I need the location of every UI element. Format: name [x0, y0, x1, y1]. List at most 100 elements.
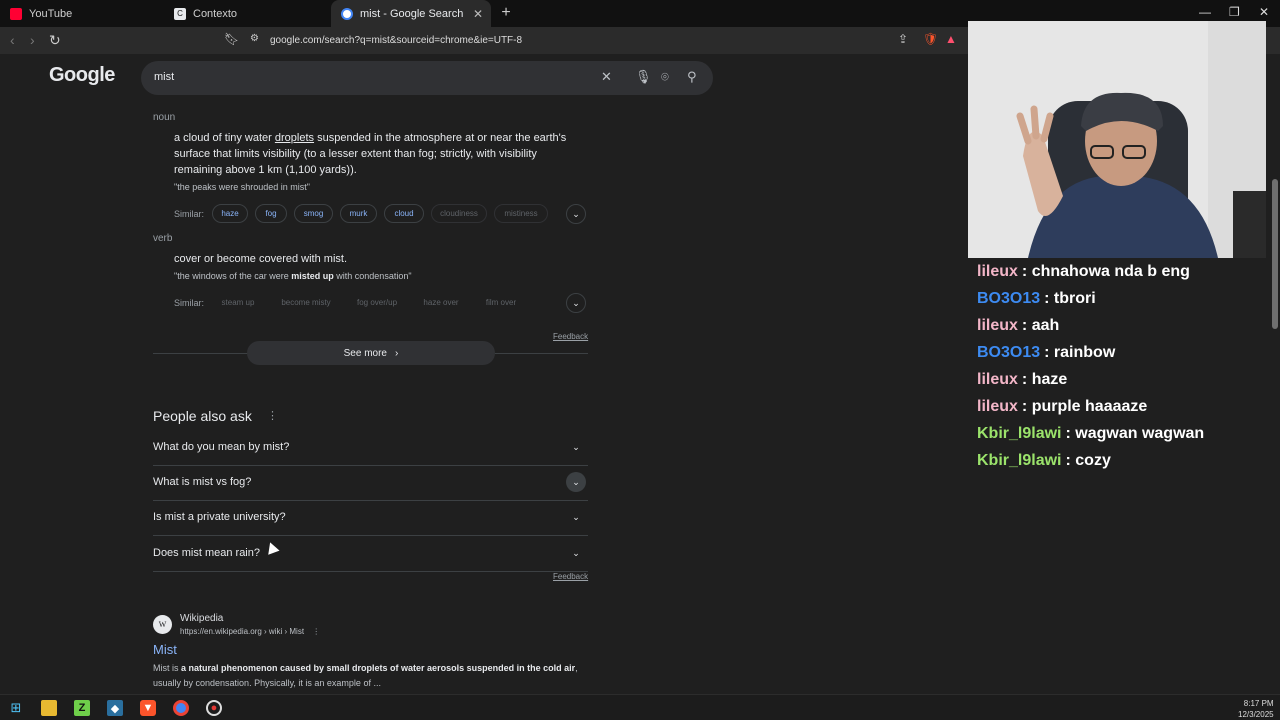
paa-question[interactable]: Does mist mean rain?	[153, 547, 260, 559]
droplets-link[interactable]: droplets	[275, 132, 314, 144]
url-text: google.com/search?q=mist&sourceid=chrome…	[270, 35, 523, 46]
more-options-icon[interactable]: ⋮	[312, 627, 320, 636]
close-window-icon[interactable]: ✕	[1259, 5, 1269, 19]
obs-icon[interactable]: ●	[206, 700, 222, 716]
example-text: "the windows of the car were	[174, 271, 292, 281]
definition-text: a cloud of tiny water	[174, 132, 275, 144]
example-text: with condensation"	[333, 271, 412, 281]
chat-text: rainbow	[1053, 343, 1116, 361]
similar-label: Similar:	[174, 298, 205, 308]
stream-chat: lileux: chnahowa nda b eng BO3O13: tbror…	[977, 258, 1277, 474]
chevron-down-icon[interactable]: ⌄	[566, 472, 586, 492]
share-icon[interactable]: ⇪	[898, 32, 908, 46]
tab-contexto[interactable]: C Contexto	[165, 0, 330, 27]
close-tab-icon[interactable]: ✕	[473, 7, 483, 21]
chat-username: BO3O13	[977, 289, 1041, 307]
paa-question[interactable]: What do you mean by mist?	[153, 441, 289, 453]
similar-chip[interactable]: steam up	[212, 293, 264, 312]
restore-icon[interactable]: ❐	[1229, 5, 1240, 19]
divider	[153, 571, 588, 572]
back-icon[interactable]: ‹	[10, 32, 15, 48]
paa-question[interactable]: What is mist vs fog?	[153, 476, 251, 488]
chat-text: aah	[1031, 316, 1060, 334]
noun-example: "the peaks were shrouded in mist"	[174, 182, 310, 192]
search-icon[interactable]: ⚲	[687, 69, 697, 85]
google-favicon-icon	[341, 7, 353, 20]
verb-example: "the windows of the car were misted up w…	[174, 271, 412, 281]
similar-chip[interactable]: haze over	[413, 293, 469, 312]
chevron-down-icon[interactable]: ⌄	[566, 507, 586, 527]
chat-separator: :	[1021, 397, 1032, 415]
expand-similar-icon[interactable]: ⌄	[566, 293, 586, 313]
more-options-icon[interactable]: ⋮	[267, 409, 278, 422]
search-query[interactable]: mist	[154, 71, 174, 83]
chat-message: lileux: purple haaaaze	[977, 393, 1277, 420]
reload-icon[interactable]: ↻	[49, 32, 61, 49]
result-snippet: Mist is a natural phenomenon caused by s…	[153, 661, 593, 691]
new-tab-button[interactable]: +	[498, 4, 514, 22]
chat-username: lileux	[977, 397, 1018, 415]
streamer-image	[968, 21, 1266, 258]
url-field[interactable]: ⚙︎ google.com/search?q=mist&sourceid=chr…	[245, 30, 965, 51]
expand-similar-icon[interactable]: ⌄	[566, 204, 586, 224]
app-icon[interactable]: ◆	[107, 700, 123, 716]
similar-chip[interactable]: fog over/up	[348, 293, 406, 312]
chat-text: haze	[1031, 370, 1068, 388]
similar-chip[interactable]: film over	[476, 293, 526, 312]
google-logo[interactable]: Google	[49, 64, 115, 87]
part-of-speech-noun: noun	[153, 112, 176, 123]
result-title-link[interactable]: Mist	[153, 642, 177, 657]
camera-icon[interactable]: ⌾	[661, 69, 669, 85]
chat-text: purple haaaaze	[1031, 397, 1148, 415]
divider	[153, 500, 588, 501]
similar-chip[interactable]: murk	[340, 204, 377, 223]
dictionary-feedback-link[interactable]: Feedback	[553, 332, 588, 341]
similar-chip[interactable]: cloudiness	[431, 204, 487, 223]
brave-shields-icon[interactable]: 🛡︎	[923, 32, 938, 46]
notepad-icon[interactable]: Z	[74, 700, 90, 716]
chat-message: lileux: aah	[977, 312, 1277, 339]
paa-question[interactable]: Is mist a private university?	[153, 511, 286, 523]
search-input[interactable]: mist ✕ 🎙︎ ⌾ ⚲	[141, 61, 713, 95]
forward-icon[interactable]: ›	[30, 32, 35, 48]
example-bold: misted up	[291, 271, 334, 281]
brave-rewards-icon[interactable]: ▲	[945, 32, 957, 46]
paa-feedback-link[interactable]: Feedback	[553, 572, 588, 581]
chat-username: Kbir_l9lawi	[977, 424, 1062, 442]
brave-browser-icon[interactable]: ▼	[140, 700, 156, 716]
tab-youtube[interactable]: YouTube	[0, 0, 165, 27]
minimize-icon[interactable]: —	[1199, 5, 1211, 19]
youtube-favicon-icon	[10, 7, 22, 20]
noun-definition: a cloud of tiny water droplets suspended…	[174, 130, 584, 178]
snippet-text: Mist is	[153, 663, 181, 673]
chat-separator: :	[1021, 316, 1032, 334]
system-clock[interactable]: 8:17 PM 12/3/2025	[1238, 698, 1274, 720]
result-site-name[interactable]: Wikipedia	[180, 613, 223, 624]
clear-icon[interactable]: ✕	[601, 69, 612, 85]
chat-text: tbrori	[1053, 289, 1096, 307]
chevron-down-icon[interactable]: ⌄	[566, 543, 586, 563]
chat-username: lileux	[977, 262, 1018, 280]
chrome-icon[interactable]	[173, 700, 189, 716]
site-info-icon[interactable]: ⚙︎	[250, 33, 259, 44]
similar-chip[interactable]: smog	[294, 204, 333, 223]
chevron-down-icon[interactable]: ⌄	[566, 437, 586, 457]
bookmark-icon[interactable]: 🔖︎	[224, 32, 239, 46]
result-url[interactable]: https://en.wikipedia.org › wiki › Mist ⋮	[180, 627, 320, 636]
chat-message: lileux: chnahowa nda b eng	[977, 258, 1277, 285]
windows-start-icon[interactable]: ⊞	[8, 700, 24, 716]
file-explorer-icon[interactable]	[41, 700, 57, 716]
chat-separator: :	[1021, 262, 1032, 280]
divider	[153, 465, 588, 466]
similar-chip[interactable]: fog	[255, 204, 287, 223]
similar-chip[interactable]: mistiness	[494, 204, 548, 223]
chat-username: lileux	[977, 370, 1018, 388]
see-more-button[interactable]: See more ›	[247, 341, 495, 365]
tab-label: YouTube	[29, 7, 73, 20]
similar-chip[interactable]: haze	[212, 204, 248, 223]
similar-chip[interactable]: become misty	[271, 293, 341, 312]
similar-chip[interactable]: cloud	[384, 204, 424, 223]
microphone-icon[interactable]: 🎙︎	[635, 69, 652, 85]
chat-separator: :	[1065, 451, 1076, 469]
tab-google-search[interactable]: mist - Google Search ✕	[331, 0, 491, 27]
